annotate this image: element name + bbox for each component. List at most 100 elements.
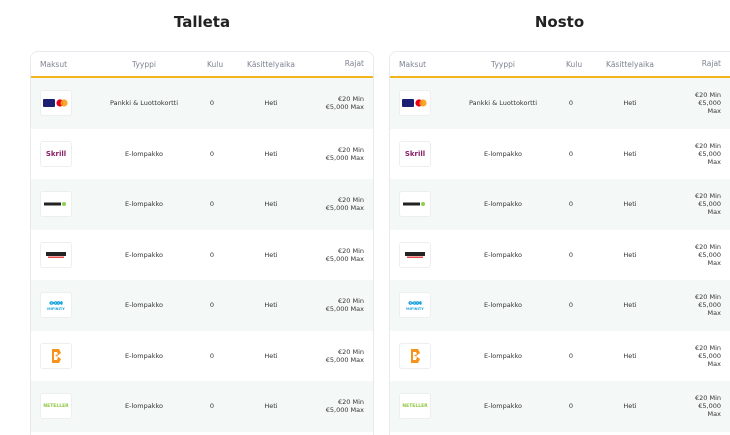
- deposit-table-header: Maksut Tyyppi Kulu Käsittelyaika Rajat: [31, 52, 373, 78]
- fee-cell: 0: [209, 149, 215, 158]
- header-payments: Maksut: [399, 59, 427, 69]
- processing-time-cell: Heti: [623, 301, 637, 310]
- processing-time-cell: Heti: [264, 402, 278, 411]
- table-row: E-lompakko 0 Heti €20 Min €5,000 Max: [31, 331, 373, 382]
- limits-cell: €20 Min €5,000 Max: [325, 297, 373, 313]
- fee-cell: 0: [568, 301, 574, 310]
- limit-max: €5,000 Max: [325, 355, 364, 364]
- fee-cell: 0: [209, 402, 215, 411]
- astropay-icon: [399, 191, 431, 218]
- visa-mastercard-icon: [40, 90, 72, 117]
- limit-min: €20 Min: [694, 141, 721, 150]
- limits-cell: €20 Min €5,000 Max: [684, 394, 730, 418]
- limit-max: €5,000 Max: [325, 406, 364, 415]
- table-row: E-lompakko 0 Heti €20 Min €5,000 Max: [31, 230, 373, 281]
- header-type: Tyyppi: [491, 59, 515, 69]
- payment-method-cell: NETELLER: [390, 393, 440, 420]
- header-payments: Maksut: [40, 59, 68, 69]
- limit-max: €5,000 Max: [325, 153, 364, 162]
- jeton-icon: [40, 241, 72, 268]
- type-cell: E-lompakko: [484, 250, 522, 259]
- type-cell: E-lompakko: [125, 351, 163, 360]
- limits-cell: €20 Min €5,000 Max: [684, 192, 730, 216]
- payment-method-cell: Skrill: [31, 140, 81, 167]
- limit-min: €20 Min: [337, 145, 364, 154]
- processing-time-cell: Heti: [264, 301, 278, 310]
- mifinity-icon: MIFINITY: [40, 292, 72, 319]
- processing-time-cell: Heti: [264, 149, 278, 158]
- header-processing-time: Käsittelyaika: [606, 59, 654, 69]
- processing-time-cell: Heti: [264, 351, 278, 360]
- header-type: Tyyppi: [132, 59, 156, 69]
- type-cell: E-lompakko: [484, 351, 522, 360]
- limit-max: €5,000 Max: [325, 305, 364, 314]
- table-row: Pankki & Luottokortti 0 Heti €20 Min €5,000 …: [390, 78, 730, 129]
- limit-min: €20 Min: [337, 95, 364, 104]
- header-fee: Kulu: [207, 59, 224, 69]
- payment-method-cell: [31, 342, 81, 369]
- processing-time-cell: Heti: [264, 250, 278, 259]
- limit-max: €5,000 Max: [698, 149, 721, 166]
- limit-min: €20 Min: [337, 196, 364, 205]
- logo-text: Skrill: [404, 149, 426, 158]
- limits-cell: €20 Min €5,000 Max: [684, 344, 730, 368]
- payment-method-cell: [390, 191, 440, 218]
- withdraw-section: Nosto Maksut Tyyppi Kulu Käsittelyaika R…: [389, 0, 730, 435]
- fee-cell: 0: [568, 402, 574, 411]
- fee-cell: 0: [209, 250, 215, 259]
- limits-cell: €20 Min €5,000 Max: [325, 247, 373, 263]
- logo-text: Skrill: [45, 149, 67, 158]
- header-limits: Rajat: [701, 59, 721, 68]
- payment-method-cell: Skrill: [390, 140, 440, 167]
- limits-cell: €20 Min €5,000 Max: [684, 293, 730, 317]
- limit-max: €5,000 Max: [698, 200, 721, 217]
- limits-cell: €20 Min €5,000 Max: [325, 95, 373, 111]
- withdraw-table-body: Pankki & Luottokortti 0 Heti €20 Min €5,000 …: [390, 78, 730, 432]
- neteller-icon: NETELLER: [40, 393, 72, 420]
- astropay-icon: [40, 191, 72, 218]
- bitcoin-wallet-icon: [399, 342, 431, 369]
- table-row: NETELLER E-lompakko 0 Heti €20 Min €5,000 Max: [390, 381, 730, 432]
- table-row: E-lompakko 0 Heti €20 Min €5,000 Max: [31, 179, 373, 230]
- limit-min: €20 Min: [694, 242, 721, 251]
- type-cell: E-lompakko: [484, 200, 522, 209]
- type-cell: E-lompakko: [484, 402, 522, 411]
- fee-cell: 0: [209, 200, 215, 209]
- limits-cell: €20 Min €5,000 Max: [325, 146, 373, 162]
- type-cell: Pankki & Luottokortti: [468, 99, 538, 108]
- limit-min: €20 Min: [337, 246, 364, 255]
- logo-text: NETELLER: [43, 403, 69, 409]
- type-cell: E-lompakko: [484, 301, 522, 310]
- jeton-icon: [399, 241, 431, 268]
- limits-cell: €20 Min €5,000 Max: [325, 348, 373, 364]
- processing-time-cell: Heti: [264, 200, 278, 209]
- processing-time-cell: Heti: [623, 200, 637, 209]
- withdraw-title: Nosto: [534, 13, 585, 31]
- limit-max: €5,000 Max: [698, 99, 721, 116]
- table-row: E-lompakko 0 Heti €20 Min €5,000 Max: [390, 331, 730, 382]
- payment-method-cell: [390, 90, 440, 117]
- bitcoin-wallet-icon: [40, 342, 72, 369]
- payment-method-cell: NETELLER: [31, 393, 81, 420]
- limits-cell: €20 Min €5,000 Max: [325, 398, 373, 414]
- payment-method-cell: MIFINITY: [390, 292, 440, 319]
- skrill-icon: Skrill: [40, 140, 72, 167]
- limits-cell: €20 Min €5,000 Max: [325, 196, 373, 212]
- table-row: Skrill E-lompakko 0 Heti €20 Min €5,000 Max: [31, 129, 373, 180]
- payment-method-cell: [390, 342, 440, 369]
- deposit-section: Talleta Maksut Tyyppi Kulu Käsittelyaika…: [30, 0, 374, 435]
- payment-method-cell: [390, 241, 440, 268]
- limits-cell: €20 Min €5,000 Max: [684, 243, 730, 267]
- fee-cell: 0: [568, 351, 574, 360]
- table-row: MIFINITY E-lompakko 0 Heti €20 Min €5,000 Max: [31, 280, 373, 331]
- limit-max: €5,000 Max: [698, 250, 721, 267]
- fee-cell: 0: [209, 301, 215, 310]
- limit-max: €5,000 Max: [698, 402, 721, 419]
- limit-min: €20 Min: [694, 293, 721, 302]
- limit-max: €5,000 Max: [698, 351, 721, 368]
- payment-method-cell: MIFINITY: [31, 292, 81, 319]
- fee-cell: 0: [568, 250, 574, 259]
- limit-max: €5,000 Max: [325, 204, 364, 213]
- limit-min: €20 Min: [694, 91, 721, 100]
- visa-mastercard-icon: [399, 90, 431, 117]
